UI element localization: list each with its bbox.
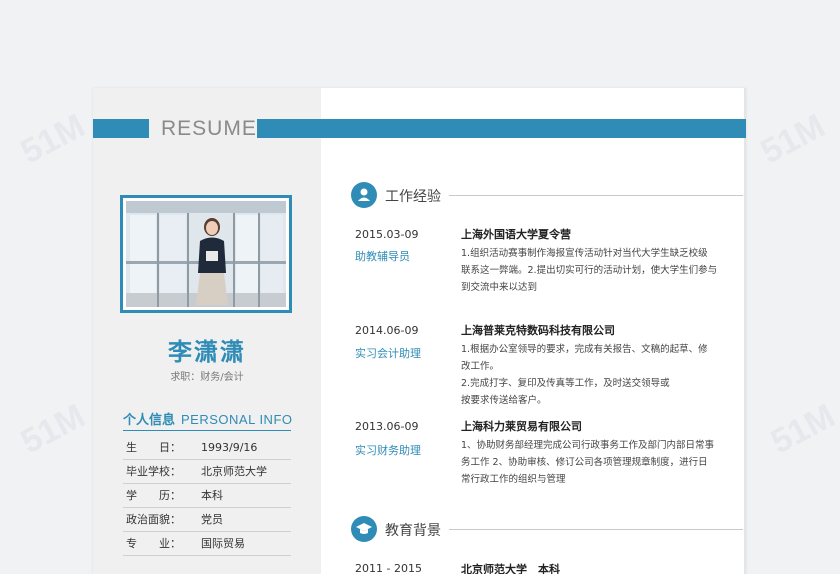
work-date: 2014.06-09 xyxy=(355,324,419,337)
person-icon xyxy=(351,182,377,208)
photo-image xyxy=(126,201,286,307)
info-row-major: 专 业： 国际贸易 xyxy=(123,532,291,556)
info-value: 党员 xyxy=(201,513,223,526)
work-company: 上海外国语大学夏令营 xyxy=(461,228,571,241)
description-line: 常行政工作的组织与管理 xyxy=(461,474,566,485)
info-row-degree: 学 历： 本科 xyxy=(123,484,291,508)
work-company: 上海科力莱贸易有限公司 xyxy=(461,420,582,433)
right-edge-divider xyxy=(744,88,746,574)
education-title: 教育背景 xyxy=(385,523,441,539)
candidate-name: 李潇潇 xyxy=(168,338,246,366)
description-line: 2.完成打字、复印及传真等工作，及时送交领导或 xyxy=(461,378,670,389)
info-label: 学 历： xyxy=(126,489,181,502)
info-row-political-status: 政治面貌： 党员 xyxy=(123,508,291,532)
work-role: 实习会计助理 xyxy=(355,347,421,360)
watermark: 51M xyxy=(14,396,91,462)
personal-info-title: 个人信息 PERSONAL INFO xyxy=(123,409,293,428)
description-line: 1.组织活动赛事制作海报宣传活动针对当代大学生缺乏校级 xyxy=(461,248,708,259)
description-line: 改工作。 xyxy=(461,361,500,372)
description-line: 1、协助财务部经理完成公司行政事务工作及部门内部日常事 xyxy=(461,440,715,451)
work-date: 2015.03-09 xyxy=(355,228,419,241)
profile-photo xyxy=(120,195,292,313)
info-row-school: 毕业学校： 北京师范大学 xyxy=(123,460,291,484)
header-bar-left xyxy=(93,119,149,138)
work-role: 实习财务助理 xyxy=(355,444,421,457)
description-line: 务工作 2、协助审核、修订公司各项管理规章制度，进行日 xyxy=(461,457,708,468)
resume-heading: RESUME xyxy=(161,117,257,140)
work-description: 1、协助财务部经理完成公司行政事务工作及部门内部日常事 务工作 2、协助审核、修… xyxy=(461,437,733,488)
info-label: 生 日： xyxy=(126,441,181,454)
watermark: 51M xyxy=(14,106,91,172)
education-date: 2011 - 2015 xyxy=(355,562,422,574)
education-section-divider xyxy=(449,529,743,530)
job-objective: 求职：财务/会计 xyxy=(170,372,244,383)
watermark: 51M xyxy=(754,106,831,172)
description-line: 1.根据办公室领导的要求，完成有关报告、文稿的起草、修 xyxy=(461,344,708,355)
info-value: 国际贸易 xyxy=(201,537,245,550)
info-label: 毕业学校： xyxy=(126,465,181,478)
description-line: 到交流中来以达到 xyxy=(461,282,538,293)
info-value: 1993/9/16 xyxy=(201,441,258,454)
info-row-birthday: 生 日： 1993/9/16 xyxy=(123,436,291,460)
work-description: 1.组织活动赛事制作海报宣传活动针对当代大学生缺乏校级 联系这一弊端。2.提出切… xyxy=(461,245,733,296)
work-description: 1.根据办公室领导的要求，完成有关报告、文稿的起草、修 改工作。 2.完成打字、… xyxy=(461,341,733,409)
header-bar-right xyxy=(257,119,746,138)
work-section-divider xyxy=(449,195,743,196)
personal-info-title-en: PERSONAL INFO xyxy=(181,412,293,427)
info-label: 专 业： xyxy=(126,537,181,550)
work-experience-title: 工作经验 xyxy=(385,189,441,205)
description-line: 按要求传送给客户。 xyxy=(461,395,547,406)
education-school: 北京师范大学 本科 xyxy=(461,563,560,574)
work-date: 2013.06-09 xyxy=(355,420,419,433)
info-value: 北京师范大学 xyxy=(201,465,267,478)
watermark: 51M xyxy=(764,396,840,462)
description-line: 联系这一弊端。2.提出切实可行的活动计划，使大学生们参与 xyxy=(461,265,718,276)
work-role: 助教辅导员 xyxy=(355,250,410,263)
work-company: 上海普莱克特数码科技有限公司 xyxy=(461,324,615,337)
personal-info-underline xyxy=(123,430,291,431)
info-label: 政治面貌： xyxy=(126,513,181,526)
info-value: 本科 xyxy=(201,489,223,502)
graduation-cap-icon xyxy=(351,516,377,542)
resume-page: RESUME 李潇潇 求职：财务/会计 个人信息 PERSONAL INFO 生… xyxy=(93,88,746,574)
personal-info-title-zh: 个人信息 xyxy=(123,413,176,428)
